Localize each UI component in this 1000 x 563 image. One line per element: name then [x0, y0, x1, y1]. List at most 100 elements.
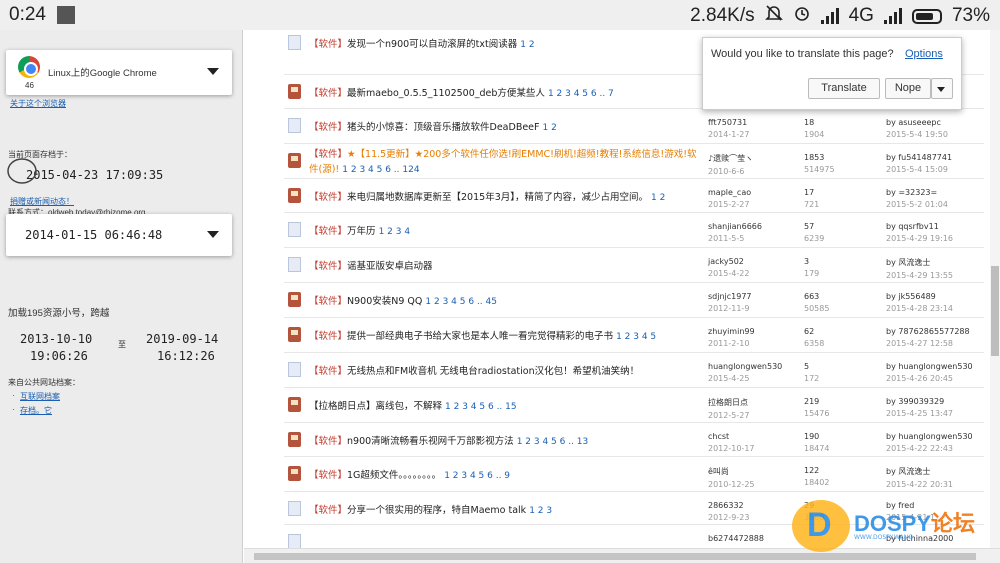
thread-pages[interactable]: 1 2 3 4 — [379, 227, 411, 237]
thread-category[interactable]: 【软件】 — [309, 39, 347, 50]
thread-title-text[interactable]: n900清晰流畅看乐视网千万部影视方法 — [347, 436, 514, 447]
last-post-main[interactable]: by jk556489 — [886, 292, 936, 301]
thread-row[interactable]: 【软件】猪头的小惊喜：顶级音乐播放软件DeaDBeeF 1 2 fft750731… — [284, 108, 984, 143]
author-main[interactable]: ê叫尚 — [708, 467, 729, 476]
thread-title[interactable]: 【软件】分享一个很实用的程序，特自Maemo talk 1 2 3 — [309, 502, 704, 516]
thread-row[interactable]: 【软件】★【11.5更新】★200多个软件任你选!刷EMMC!刷机!超频!教程!… — [284, 143, 984, 178]
thread-row[interactable]: 【软件】提供一部经典电子书给大家也是本人唯一看完觉得精彩的电子书 1 2 3 4… — [284, 317, 984, 352]
last-post-main[interactable]: by 78762865577288 — [886, 327, 970, 336]
thread-category[interactable]: 【软件】 — [309, 122, 347, 133]
author-main[interactable]: maple_cao — [708, 188, 751, 197]
thread-row[interactable]: 【软件】万年历 1 2 3 4 shanjian6666 2011-5-5 57 623… — [284, 212, 984, 247]
thread-row[interactable]: 【软件】n900清晰流畅看乐视网千万部影视方法 1 2 3 4 5 6 .. 1… — [284, 422, 984, 457]
last-post-main[interactable]: by asuseeepc — [886, 118, 941, 127]
thread-title-text[interactable]: 来电归属地数据库更新至【2015年3月】，精简了内容，减少占用空间。 — [347, 192, 648, 203]
browser-selector[interactable]: Linux上的Google Chrome 46 — [6, 50, 232, 95]
nope-dropdown-button[interactable] — [931, 78, 953, 99]
thread-category[interactable]: 【软件】 — [309, 88, 347, 99]
author-main[interactable]: 拉格朗日点 — [708, 398, 748, 407]
donate-link[interactable]: 捐赠或新闻动态！ — [10, 196, 74, 207]
thread-title-text[interactable]: N900安装N9 QQ — [347, 296, 422, 307]
thread-pages[interactable]: 1 2 — [543, 123, 557, 133]
thread-category[interactable]: 【软件】 — [309, 505, 347, 516]
chevron-down-icon[interactable] — [207, 231, 219, 238]
thread-pages[interactable]: 1 2 — [651, 193, 665, 203]
source-link-archive-it[interactable]: 存档。它 — [20, 405, 52, 416]
nope-button[interactable]: Nope — [885, 78, 931, 99]
translate-options-link[interactable]: Options — [905, 48, 943, 60]
thread-category[interactable]: 【软件】 — [309, 149, 347, 160]
thread-pages[interactable]: 1 2 3 4 5 6 .. 45 — [425, 297, 497, 307]
thread-pages[interactable]: 1 2 3 4 5 6 .. 7 — [548, 89, 614, 99]
thread-title[interactable]: 【拉格朗日点】离线包，不解释 1 2 3 4 5 6 .. 15 — [309, 398, 704, 412]
author-main[interactable]: sdjnjc1977 — [708, 292, 752, 301]
chevron-down-icon[interactable] — [207, 68, 219, 75]
thread-category[interactable]: 【软件】 — [309, 470, 347, 481]
last-post-main[interactable]: by 风流逸士 — [886, 467, 930, 476]
thread-pages[interactable]: 1 2 3 4 5 6 .. 13 — [517, 437, 589, 447]
thread-row[interactable]: 【软件】1G超频文件。。。。。。。。 1 2 3 4 5 6 .. 9 ê叫尚 20… — [284, 456, 984, 491]
thread-title-text[interactable]: 发现一个n900可以自动滚屏的txt阅读器 — [347, 39, 517, 50]
vertical-scrollbar[interactable] — [990, 30, 1000, 548]
thread-category[interactable]: 【软件】 — [309, 226, 347, 237]
author-main[interactable]: zhuyimin99 — [708, 327, 755, 336]
author-main[interactable]: shanjian6666 — [708, 222, 762, 231]
source-link-internet-archive[interactable]: 互联网档案 — [20, 391, 60, 402]
thread-pages[interactable]: 1 2 3 4 5 6 .. 9 — [444, 471, 510, 481]
thread-title-text[interactable]: 无线热点和FM收音机 无线电台radiostation汉化包！希望机油笑纳！ — [347, 366, 639, 377]
author-main[interactable]: fft750731 — [708, 118, 747, 127]
author-main[interactable]: 2866332 — [708, 501, 744, 510]
last-post-main[interactable]: by =32323= — [886, 188, 937, 197]
thread-title-text[interactable]: 1G超频文件。。。。。。。。 — [347, 470, 441, 481]
thread-category[interactable]: 【软件】 — [309, 436, 347, 447]
thread-title[interactable]: 【软件】最新maebo_0.5.5_1102500_deb方便某些人 1 2 3… — [309, 85, 704, 99]
thread-title-text[interactable]: 猪头的小惊喜：顶级音乐播放软件DeaDBeeF — [347, 122, 539, 133]
thread-title[interactable]: 【软件】发现一个n900可以自动滚屏的txt阅读器 1 2 — [309, 36, 704, 50]
thread-title[interactable]: 【软件】提供一部经典电子书给大家也是本人唯一看完觉得精彩的电子书 1 2 3 4… — [309, 328, 704, 342]
last-post-main[interactable]: by huanglongwen530 — [886, 362, 973, 371]
thread-title-text[interactable]: 最新maebo_0.5.5_1102500_deb方便某些人 — [347, 88, 545, 99]
thread-title[interactable]: 【软件】N900安装N9 QQ 1 2 3 4 5 6 .. 45 — [309, 293, 704, 307]
last-post-main[interactable]: by huanglongwen530 — [886, 432, 973, 441]
author-main[interactable]: jacky502 — [708, 257, 744, 266]
last-post-main[interactable]: by 399039329 — [886, 397, 944, 406]
thread-category[interactable]: 【软件】 — [309, 331, 347, 342]
thread-category[interactable]: 【软件】 — [309, 261, 347, 272]
thread-pages[interactable]: 1 2 — [520, 40, 534, 50]
thread-pages[interactable]: 1 2 3 4 5 6 .. 124 — [342, 165, 419, 175]
thread-category[interactable]: 【软件】 — [309, 192, 347, 203]
thread-title[interactable]: 【软件】谣基亚版安卓启动器 — [309, 258, 704, 272]
thread-title-text[interactable]: 分享一个很实用的程序，特自Maemo talk — [347, 505, 526, 516]
archive-date-selector[interactable]: 2014-01-15 06:46:48 — [6, 214, 232, 256]
author-main[interactable]: huanglongwen530 — [708, 362, 782, 371]
about-browser-link[interactable]: 关于这个浏览器 — [10, 98, 66, 109]
last-post-main[interactable]: by qqsrfbv11 — [886, 222, 939, 231]
thread-row[interactable]: 【软件】谣基亚版安卓启动器 jacky502 2015-4-22 3 179 by 风流… — [284, 247, 984, 282]
thread-title[interactable]: 【软件】1G超频文件。。。。。。。。 1 2 3 4 5 6 .. 9 — [309, 467, 704, 481]
thread-pages[interactable]: 1 2 3 — [529, 506, 552, 516]
last-post-main[interactable]: by fu541487741 — [886, 153, 952, 162]
thread-title-text[interactable]: 万年历 — [347, 226, 376, 237]
thread-category[interactable]: 【软件】 — [309, 366, 347, 377]
thread-pages[interactable]: 1 2 3 4 5 6 .. 15 — [445, 402, 517, 412]
scrollbar-thumb[interactable] — [991, 266, 999, 356]
thread-title[interactable]: 【软件】n900清晰流畅看乐视网千万部影视方法 1 2 3 4 5 6 .. 1… — [309, 433, 704, 447]
thread-row[interactable]: 【软件】无线热点和FM收音机 无线电台radiostation汉化包！希望机油笑… — [284, 352, 984, 387]
thread-title[interactable]: 【软件】★【11.5更新】★200多个软件任你选!刷EMMC!刷机!超频!教程!… — [309, 147, 704, 178]
thread-title-text[interactable]: 谣基亚版安卓启动器 — [347, 261, 433, 272]
thread-category[interactable]: 【软件】 — [309, 296, 347, 307]
thread-row[interactable]: 【软件】N900安装N9 QQ 1 2 3 4 5 6 .. 45 sdjnjc1… — [284, 282, 984, 317]
author-main[interactable]: b6274472888 — [708, 534, 764, 543]
thread-row[interactable]: 【软件】来电归属地数据库更新至【2015年3月】，精简了内容，减少占用空间。 1… — [284, 178, 984, 213]
thread-title[interactable]: 【软件】万年历 1 2 3 4 — [309, 223, 704, 237]
thread-pages[interactable]: 1 2 3 4 5 — [616, 332, 656, 342]
author-main[interactable]: ♪遗赎⌒莹ヽ — [708, 154, 753, 163]
thread-row[interactable]: 【拉格朗日点】离线包，不解释 1 2 3 4 5 6 .. 15 拉格朗日点 201… — [284, 387, 984, 422]
translate-button[interactable]: Translate — [808, 78, 880, 99]
thread-title[interactable]: 【软件】来电归属地数据库更新至【2015年3月】，精简了内容，减少占用空间。 1… — [309, 189, 704, 203]
thread-title[interactable]: 【软件】猪头的小惊喜：顶级音乐播放软件DeaDBeeF 1 2 — [309, 119, 704, 133]
thread-title-text[interactable]: 【拉格朗日点】离线包，不解释 — [309, 401, 442, 412]
author-main[interactable]: chcst — [708, 432, 729, 441]
last-post-main[interactable]: by 风流逸士 — [886, 258, 930, 267]
thread-title-text[interactable]: 提供一部经典电子书给大家也是本人唯一看完觉得精彩的电子书 — [347, 331, 613, 342]
